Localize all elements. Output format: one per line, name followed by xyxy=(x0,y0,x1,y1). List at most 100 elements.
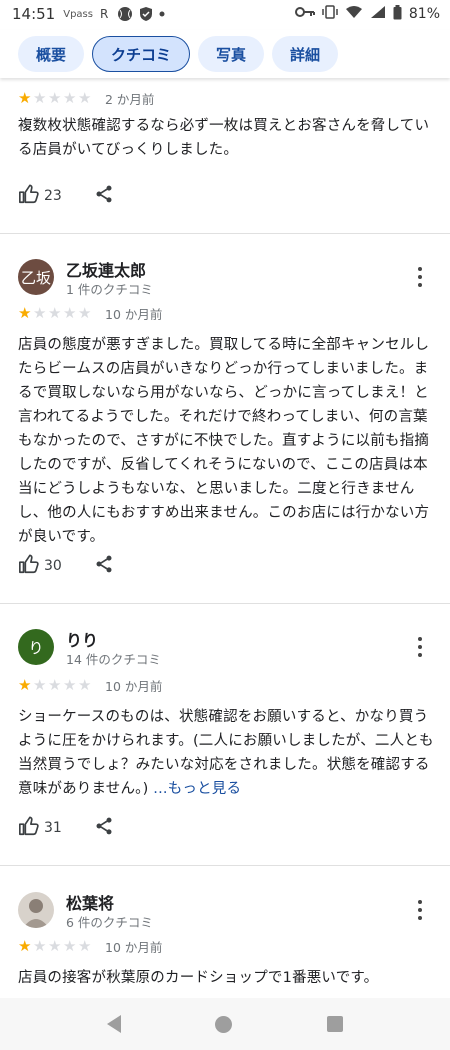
thumbs-up-icon xyxy=(18,183,40,209)
rating-row: ★ ★ ★ ★ ★ 10 か月前 xyxy=(18,303,162,323)
star-filled-icon: ★ xyxy=(18,936,32,955)
review-card: り りり 14 件のクチコミ ★ ★ ★ ★ ★ 10 か月前 ショーケースのものは、状… xyxy=(0,625,450,860)
tab-photos[interactable]: 写真 xyxy=(198,36,265,72)
avatar[interactable]: り xyxy=(18,629,54,665)
review-author[interactable]: 乙坂連太郎 xyxy=(66,257,146,281)
star-filled-icon: ★ xyxy=(18,88,32,107)
key-icon xyxy=(294,5,315,23)
divider xyxy=(0,603,450,604)
divider xyxy=(0,233,450,234)
like-button[interactable]: 31 xyxy=(18,815,62,841)
like-button[interactable]: 30 xyxy=(18,553,62,579)
share-button[interactable] xyxy=(94,816,114,840)
dot-icon xyxy=(159,11,165,17)
more-options-button[interactable] xyxy=(408,896,432,924)
review-count: 6 件のクチコミ xyxy=(66,915,153,930)
star-empty-icon: ★ xyxy=(63,303,77,322)
star-empty-icon: ★ xyxy=(78,88,92,107)
review-date: 10 か月前 xyxy=(105,306,163,322)
recents-icon[interactable] xyxy=(326,1016,343,1032)
star-empty-icon: ★ xyxy=(48,936,62,955)
like-button[interactable]: 23 xyxy=(18,183,62,209)
star-empty-icon: ★ xyxy=(63,88,77,107)
star-empty-icon: ★ xyxy=(33,675,47,694)
status-bar: 14:51 Vpass R 81% xyxy=(0,0,450,28)
star-rating: ★ ★ ★ ★ ★ xyxy=(18,936,93,955)
star-rating: ★ ★ ★ ★ ★ xyxy=(18,88,93,107)
like-count: 23 xyxy=(44,188,62,204)
review-text: 店員の態度が悪すぎました。買取してる時に全部キャンセルしたらビームスの店員がいき… xyxy=(18,337,430,545)
read-more-link[interactable]: ...もっと見る xyxy=(153,781,241,797)
signal-icon xyxy=(370,5,386,23)
share-button[interactable] xyxy=(94,184,114,208)
review-header: り りり 14 件のクチコミ xyxy=(18,625,438,669)
status-right-group: 81% xyxy=(294,0,440,28)
star-empty-icon: ★ xyxy=(33,936,47,955)
battery-percent: 81% xyxy=(408,6,440,22)
more-vert-icon xyxy=(418,267,422,271)
svg-text:R: R xyxy=(100,7,108,21)
review-count: 14 件のクチコミ xyxy=(66,652,161,667)
review-header: 松葉将 6 件のクチコミ xyxy=(18,888,438,932)
review-text: ショーケースのものは、状態確認をお願いすると、かなり買うように圧をかけられます。… xyxy=(18,705,434,801)
shield-icon xyxy=(139,6,153,22)
thumbs-up-icon xyxy=(18,815,40,841)
review-actions: 30 xyxy=(18,553,114,579)
share-icon xyxy=(94,816,114,840)
rating-row: ★ ★ ★ ★ ★ 10 か月前 xyxy=(18,936,162,956)
vpass-icon: Vpass xyxy=(63,8,93,20)
review-date: 2 か月前 xyxy=(105,91,155,107)
home-icon[interactable] xyxy=(215,1015,233,1033)
review-text: 店員の接客が秋葉原のカードショップで1番悪いです。 xyxy=(18,970,379,986)
like-count: 30 xyxy=(44,558,62,574)
avatar[interactable] xyxy=(18,892,54,928)
more-options-button[interactable] xyxy=(408,263,432,291)
review-actions: 31 xyxy=(18,815,114,841)
avatar[interactable]: 乙坂 xyxy=(18,259,54,295)
share-icon xyxy=(94,554,114,578)
thumbs-up-icon xyxy=(18,553,40,579)
review-text: 複数枚状態確認するなら必ず一枚は買えとお客さんを脅している店員がいてびっくりしま… xyxy=(18,118,430,158)
review-card: 松葉将 6 件のクチコミ ★ ★ ★ ★ ★ 10 か月前 店員の接客が秋葉原のカードシ… xyxy=(0,888,450,998)
star-empty-icon: ★ xyxy=(48,88,62,107)
star-empty-icon: ★ xyxy=(78,675,92,694)
star-empty-icon: ★ xyxy=(48,303,62,322)
system-nav-bar xyxy=(0,998,450,1050)
star-empty-icon: ★ xyxy=(33,88,47,107)
review-count: 1 件のクチコミ xyxy=(66,282,153,297)
rating-row: ★ ★ ★ ★ ★ 10 か月前 xyxy=(18,675,162,695)
tab-details[interactable]: 詳細 xyxy=(272,36,339,72)
star-empty-icon: ★ xyxy=(33,303,47,322)
wifi-icon xyxy=(345,5,363,23)
rating-row: ★ ★ ★ ★ ★ 2 か月前 xyxy=(18,88,154,108)
back-icon[interactable] xyxy=(107,1015,122,1033)
vibrate-icon xyxy=(322,4,338,24)
share-button[interactable] xyxy=(94,554,114,578)
star-empty-icon: ★ xyxy=(63,675,77,694)
review-header: 乙坂 乙坂連太郎 1 件のクチコミ xyxy=(18,255,438,299)
star-empty-icon: ★ xyxy=(78,936,92,955)
review-card: ★ ★ ★ ★ ★ 2 か月前 複数枚状態確認するなら必ず一枚は買えとお客さんを脅してい… xyxy=(0,78,450,233)
review-author[interactable]: 松葉将 xyxy=(66,890,114,914)
tab-overview[interactable]: 概要 xyxy=(18,36,85,72)
r-point-icon: R xyxy=(99,6,111,22)
review-date: 10 か月前 xyxy=(105,939,163,955)
like-count: 31 xyxy=(44,820,62,836)
star-empty-icon: ★ xyxy=(63,936,77,955)
star-empty-icon: ★ xyxy=(78,303,92,322)
review-card: 乙坂 乙坂連太郎 1 件のクチコミ ★ ★ ★ ★ ★ 10 か月前 店員の態度が悪すぎ… xyxy=(0,255,450,600)
star-rating: ★ ★ ★ ★ ★ xyxy=(18,675,93,694)
star-filled-icon: ★ xyxy=(18,675,32,694)
review-date: 10 か月前 xyxy=(105,678,163,694)
star-empty-icon: ★ xyxy=(48,675,62,694)
divider xyxy=(0,865,450,866)
tab-reviews[interactable]: クチコミ xyxy=(92,36,191,72)
review-author[interactable]: りり xyxy=(66,627,98,651)
baseball-icon xyxy=(117,6,133,22)
share-icon xyxy=(94,184,114,208)
status-time: 14:51 xyxy=(12,5,56,23)
more-options-button[interactable] xyxy=(408,633,432,661)
more-vert-icon xyxy=(418,900,422,904)
star-filled-icon: ★ xyxy=(18,303,32,322)
tab-bar: 概要 クチコミ 写真 詳細 xyxy=(0,30,450,78)
